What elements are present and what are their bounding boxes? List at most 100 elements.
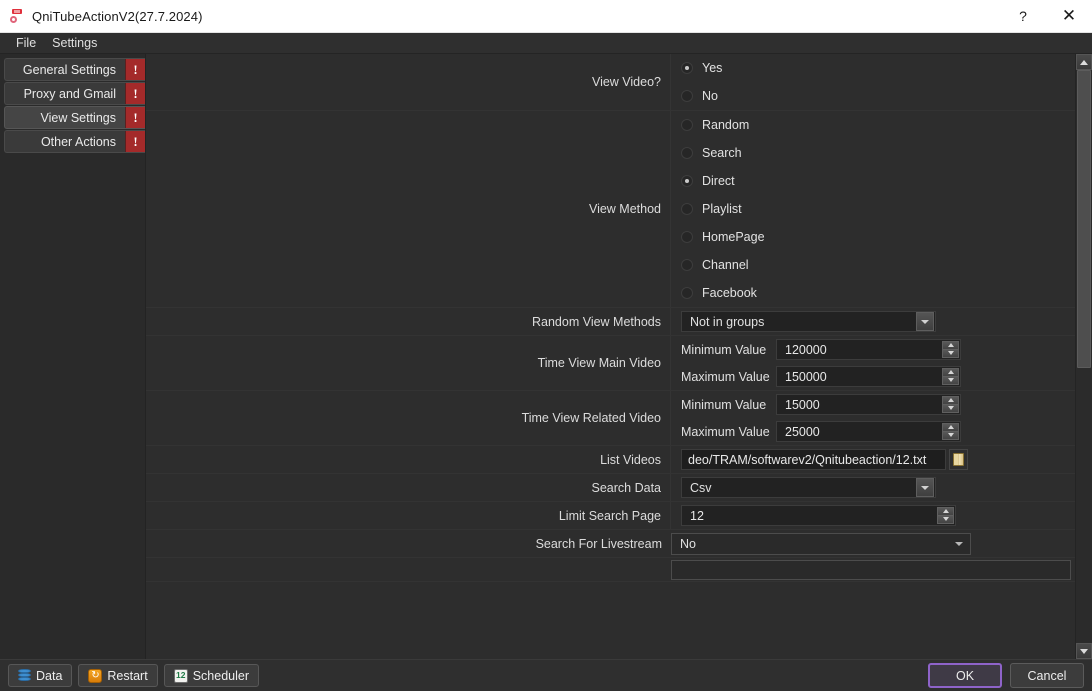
stepper-value[interactable]: 15000	[777, 395, 942, 414]
radio-icon[interactable]	[681, 287, 693, 299]
sidebar-tabs: General Settings ! Proxy and Gmail ! Vie…	[0, 54, 146, 659]
form-row-view-method: View Method Random Search Direct Playlis…	[146, 111, 1075, 308]
folder-icon	[953, 453, 964, 466]
form-row-limit-search-page: Limit Search Page 12	[146, 502, 1075, 530]
radio-option-playlist[interactable]: Playlist	[671, 195, 1075, 223]
label-view-video: View Video?	[146, 54, 671, 110]
label-view-method: View Method	[146, 111, 671, 307]
radio-option-facebook[interactable]: Facebook	[671, 279, 1075, 307]
radio-icon[interactable]	[681, 62, 693, 74]
radio-option-direct[interactable]: Direct	[671, 167, 1075, 195]
stepper-up-icon[interactable]	[942, 423, 959, 432]
warning-badge-icon: !	[125, 131, 145, 152]
scroll-down-icon[interactable]	[1076, 643, 1092, 659]
radio-label: Yes	[702, 61, 723, 75]
stepper-down-icon[interactable]	[942, 349, 959, 358]
search-for-livestream-dropdown[interactable]: No	[671, 532, 971, 555]
sidebar-item-general-settings[interactable]: General Settings !	[4, 58, 145, 81]
main-video-maximum-row: Maximum Value 150000	[671, 363, 1075, 390]
radio-icon[interactable]	[681, 203, 693, 215]
scroll-up-icon[interactable]	[1076, 54, 1092, 70]
stepper-value[interactable]: 12	[682, 506, 937, 525]
vertical-scrollbar[interactable]	[1075, 54, 1092, 659]
limit-search-page-stepper[interactable]: 12	[681, 505, 956, 526]
menu-item-file[interactable]: File	[8, 34, 44, 52]
chevron-down-icon[interactable]	[916, 478, 934, 497]
random-view-methods-dropdown[interactable]: Not in groups	[681, 311, 936, 332]
sidebar-item-proxy-and-gmail[interactable]: Proxy and Gmail !	[4, 82, 145, 105]
menu-item-settings[interactable]: Settings	[44, 34, 105, 52]
stepper-up-icon[interactable]	[942, 341, 959, 350]
list-videos-input[interactable]: deo/TRAM/softwarev2/Qnitubeaction/12.txt	[681, 449, 946, 470]
field-list-videos: deo/TRAM/softwarev2/Qnitubeaction/12.txt	[671, 446, 1075, 473]
stepper-value[interactable]: 150000	[777, 367, 942, 386]
close-icon[interactable]: ✕	[1046, 0, 1092, 33]
partial-clipped-dropdown[interactable]	[671, 559, 1071, 580]
data-button[interactable]: Data	[8, 664, 73, 687]
radio-icon[interactable]	[681, 90, 693, 102]
radio-icon[interactable]	[681, 259, 693, 271]
settings-form: View Video? Yes No View Method Random Se…	[146, 54, 1075, 659]
field-partial-clipped	[671, 558, 1075, 581]
restart-button[interactable]: ↻ Restart	[78, 664, 158, 687]
stepper-up-icon[interactable]	[937, 507, 954, 516]
radio-option-random[interactable]: Random	[671, 111, 1075, 139]
radio-label: HomePage	[702, 230, 765, 244]
minimum-value-label: Minimum Value	[681, 342, 767, 357]
stepper-up-icon[interactable]	[942, 368, 959, 377]
browse-button[interactable]	[949, 449, 968, 470]
radio-icon[interactable]	[681, 231, 693, 243]
stepper-buttons	[942, 423, 959, 440]
radio-icon[interactable]	[681, 175, 693, 187]
stepper-value[interactable]: 25000	[777, 422, 942, 441]
field-view-method: Random Search Direct Playlist HomePage C…	[671, 111, 1075, 307]
menu-bar: File Settings	[0, 33, 1092, 54]
ok-button[interactable]: OK	[928, 663, 1002, 688]
title-bar: QniTubeActionV2(27.7.2024) ? ✕	[0, 0, 1092, 33]
radio-option-no[interactable]: No	[671, 82, 1075, 110]
stepper-down-icon[interactable]	[942, 376, 959, 385]
label-partial-clipped	[146, 558, 671, 581]
help-button[interactable]: ?	[1000, 0, 1046, 33]
stepper-down-icon[interactable]	[942, 404, 959, 413]
radio-option-homepage[interactable]: HomePage	[671, 223, 1075, 251]
form-row-list-videos: List Videos deo/TRAM/softwarev2/Qnitubea…	[146, 446, 1075, 474]
scrollbar-thumb[interactable]	[1077, 70, 1091, 368]
main-video-minimum-stepper[interactable]: 120000	[776, 339, 961, 360]
radio-icon[interactable]	[681, 119, 693, 131]
scrollbar-track[interactable]	[1076, 70, 1092, 643]
form-row-partial-clipped	[146, 558, 1075, 582]
cancel-button[interactable]: Cancel	[1010, 663, 1084, 688]
body-area: General Settings ! Proxy and Gmail ! Vie…	[0, 54, 1092, 659]
data-button-label: Data	[36, 668, 63, 683]
dropdown-value: Not in groups	[690, 314, 765, 329]
stepper-buttons	[942, 341, 959, 358]
related-video-minimum-stepper[interactable]: 15000	[776, 394, 961, 415]
sidebar-item-other-actions[interactable]: Other Actions !	[4, 130, 145, 153]
radio-option-search[interactable]: Search	[671, 139, 1075, 167]
scheduler-button[interactable]: 12 Scheduler	[163, 664, 259, 687]
chevron-down-icon[interactable]	[949, 534, 969, 553]
stepper-buttons	[937, 507, 954, 524]
chevron-down-icon[interactable]	[916, 312, 934, 331]
radio-label: Direct	[702, 174, 735, 188]
search-data-dropdown[interactable]: Csv	[681, 477, 936, 498]
stepper-buttons	[942, 396, 959, 413]
radio-option-channel[interactable]: Channel	[671, 251, 1075, 279]
stepper-value[interactable]: 120000	[777, 340, 942, 359]
label-time-view-related-video: Time View Related Video	[146, 391, 671, 445]
label-time-view-main-video: Time View Main Video	[146, 336, 671, 390]
form-row-search-data: Search Data Csv	[146, 474, 1075, 502]
calendar-icon: 12	[173, 668, 188, 683]
stepper-up-icon[interactable]	[942, 396, 959, 405]
stepper-down-icon[interactable]	[937, 515, 954, 524]
related-video-maximum-stepper[interactable]: 25000	[776, 421, 961, 442]
radio-icon[interactable]	[681, 147, 693, 159]
sidebar-item-label: General Settings	[22, 62, 116, 77]
main-video-maximum-stepper[interactable]: 150000	[776, 366, 961, 387]
radio-option-yes[interactable]: Yes	[671, 54, 1075, 82]
stepper-down-icon[interactable]	[942, 431, 959, 440]
label-list-videos: List Videos	[146, 446, 671, 473]
main-video-minimum-row: Minimum Value 120000	[671, 336, 1075, 363]
sidebar-item-view-settings[interactable]: View Settings !	[4, 106, 145, 129]
